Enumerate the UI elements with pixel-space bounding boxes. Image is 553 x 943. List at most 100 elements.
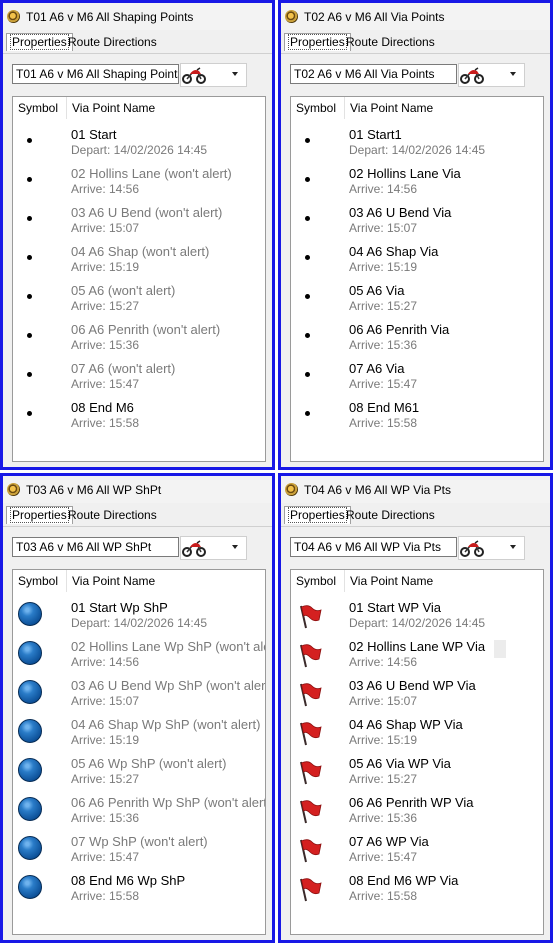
list-item[interactable]: 05 A6 Via Arrive: 15:27 [291,283,543,322]
list-item[interactable]: 06 A6 Penrith Via Arrive: 15:36 [291,322,543,361]
list-item[interactable]: 01 Start Depart: 14/02/2026 14:45 [13,127,265,166]
via-point-time: Depart: 14/02/2026 14:45 [71,616,208,630]
bullet-icon [27,333,32,338]
route-name-field[interactable]: T04 A6 v M6 All WP Via Pts [290,537,457,557]
list-item[interactable]: 06 A6 Penrith WP Via Arrive: 15:36 [291,795,543,834]
window-title: T01 A6 v M6 All Shaping Points [26,9,194,24]
list-item[interactable]: 06 A6 Penrith (won't alert) Arrive: 15:36 [13,322,265,361]
list-item[interactable]: 07 A6 Via Arrive: 15:47 [291,361,543,400]
via-point-name: 05 A6 (won't alert) [71,283,176,298]
vehicle-profile-dropdown[interactable] [458,63,525,87]
bullet-icon [27,255,32,260]
chevron-down-icon[interactable] [510,545,516,549]
via-point-time: Arrive: 15:27 [71,772,140,786]
list-item[interactable]: 06 A6 Penrith Wp ShP (won't alert) Arrive… [13,795,265,834]
list-item[interactable]: 04 A6 Shap WP Via Arrive: 15:19 [291,717,543,756]
via-point-time: Arrive: 15:47 [349,377,418,391]
red-flag-icon [297,798,323,824]
tab-strip: Properties Route Directions [281,30,550,54]
via-point-time: Arrive: 15:07 [71,694,140,708]
list-item[interactable]: 03 A6 U Bend (won't alert) Arrive: 15:07 [13,205,265,244]
list-item[interactable]: 07 A6 (won't alert) Arrive: 15:47 [13,361,265,400]
tab-properties-label: Properties [10,507,69,523]
bullet-icon [27,177,32,182]
via-point-list[interactable]: Symbol Via Point Name 01 Start Depart: 14/0… [12,96,266,462]
motorcycle-icon [182,538,206,558]
chevron-down-icon[interactable] [232,72,238,76]
via-point-name: 01 Start1 [349,127,402,142]
route-name-field[interactable]: T02 A6 v M6 All Via Points [290,64,457,84]
via-point-name: 08 End M61 [349,400,420,415]
via-point-name: 03 A6 U Bend (won't alert) [71,205,223,220]
route-panel: T02 A6 v M6 All Via Points Properties Rout… [278,0,553,470]
blue-ball-icon [18,797,42,821]
tab-properties[interactable]: Properties [6,33,73,51]
vehicle-profile-dropdown[interactable] [180,536,247,560]
window-title: T04 A6 v M6 All WP Via Pts [304,482,451,497]
bullet-icon [27,411,32,416]
list-item[interactable]: 02 Hollins Lane Wp ShP (won't alert) Arri… [13,639,265,678]
via-point-time: Arrive: 15:36 [71,811,140,825]
column-header-via-point-name[interactable]: Via Point Name [344,570,433,592]
via-point-name: 04 A6 Shap (won't alert) [71,244,210,259]
chevron-down-icon[interactable] [232,545,238,549]
tab-properties[interactable]: Properties [284,33,351,51]
tab-route-directions[interactable]: Route Directions [346,507,435,523]
via-point-list[interactable]: Symbol Via Point Name 01 Start WP Via Depar… [290,569,544,935]
via-point-time: Arrive: 15:19 [71,733,140,747]
via-point-time: Arrive: 15:47 [71,850,140,864]
list-item[interactable]: 04 A6 Shap (won't alert) Arrive: 15:19 [13,244,265,283]
via-point-time: Depart: 14/02/2026 14:45 [71,143,208,157]
column-header-symbol[interactable]: Symbol [18,97,58,119]
list-item[interactable]: 05 A6 Via WP Via Arrive: 15:27 [291,756,543,795]
column-header-via-point-name[interactable]: Via Point Name [66,97,155,119]
bullet-icon [27,216,32,221]
list-item[interactable]: 03 A6 U Bend Via Arrive: 15:07 [291,205,543,244]
vehicle-profile-dropdown[interactable] [458,536,525,560]
column-header-via-point-name[interactable]: Via Point Name [66,570,155,592]
tab-route-directions[interactable]: Route Directions [68,34,157,50]
tab-properties[interactable]: Properties [6,506,73,524]
tab-route-directions[interactable]: Route Directions [346,34,435,50]
via-point-name: 03 A6 U Bend WP Via [349,678,476,693]
list-header: Symbol Via Point Name [13,570,265,592]
tab-divider [281,526,550,527]
window-title: T02 A6 v M6 All Via Points [304,9,445,24]
list-item[interactable]: 08 End M6 Wp ShP Arrive: 15:58 [13,873,265,912]
via-point-list[interactable]: Symbol Via Point Name 01 Start1 Depart: 14/… [290,96,544,462]
via-point-name: 03 A6 U Bend Wp ShP (won't alert) [71,678,266,693]
list-item[interactable]: 02 Hollins Lane Via Arrive: 14:56 [291,166,543,205]
route-name-field[interactable]: T01 A6 v M6 All Shaping Points [12,64,179,84]
chevron-down-icon[interactable] [510,72,516,76]
list-item[interactable]: 08 End M61 Arrive: 15:58 [291,400,543,439]
via-point-time: Depart: 14/02/2026 14:45 [349,143,486,157]
list-item[interactable]: 05 A6 (won't alert) Arrive: 15:27 [13,283,265,322]
tab-strip: Properties Route Directions [281,503,550,527]
list-item[interactable]: 01 Start Wp ShP Depart: 14/02/2026 14:45 [13,600,265,639]
column-header-symbol[interactable]: Symbol [296,97,336,119]
via-point-name: 07 A6 Via [349,361,405,376]
bullet-icon [305,216,310,221]
list-item[interactable]: 07 A6 WP Via Arrive: 15:47 [291,834,543,873]
list-item[interactable]: 05 A6 Wp ShP (won't alert) Arrive: 15:27 [13,756,265,795]
list-item[interactable]: 03 A6 U Bend WP Via Arrive: 15:07 [291,678,543,717]
vehicle-profile-dropdown[interactable] [180,63,247,87]
list-item[interactable]: 04 A6 Shap Via Arrive: 15:19 [291,244,543,283]
list-item[interactable]: 07 Wp ShP (won't alert) Arrive: 15:47 [13,834,265,873]
via-point-time: Arrive: 15:19 [349,260,418,274]
list-item[interactable]: 04 A6 Shap Wp ShP (won't alert) Arrive: 1… [13,717,265,756]
list-item[interactable]: 01 Start WP Via Depart: 14/02/2026 14:45 [291,600,543,639]
list-item[interactable]: 02 Hollins Lane (won't alert) Arrive: 14:… [13,166,265,205]
list-item[interactable]: 03 A6 U Bend Wp ShP (won't alert) Arrive:… [13,678,265,717]
route-name-field[interactable]: T03 A6 v M6 All WP ShPt [12,537,179,557]
via-point-list[interactable]: Symbol Via Point Name 01 Start Wp ShP Depar… [12,569,266,935]
list-item[interactable]: 08 End M6 Arrive: 15:58 [13,400,265,439]
column-header-via-point-name[interactable]: Via Point Name [344,97,433,119]
list-item[interactable]: 08 End M6 WP Via Arrive: 15:58 [291,873,543,912]
column-header-symbol[interactable]: Symbol [296,570,336,592]
tab-properties[interactable]: Properties [284,506,351,524]
blue-ball-icon [18,875,42,899]
list-item[interactable]: 01 Start1 Depart: 14/02/2026 14:45 [291,127,543,166]
column-header-symbol[interactable]: Symbol [18,570,58,592]
tab-route-directions[interactable]: Route Directions [68,507,157,523]
